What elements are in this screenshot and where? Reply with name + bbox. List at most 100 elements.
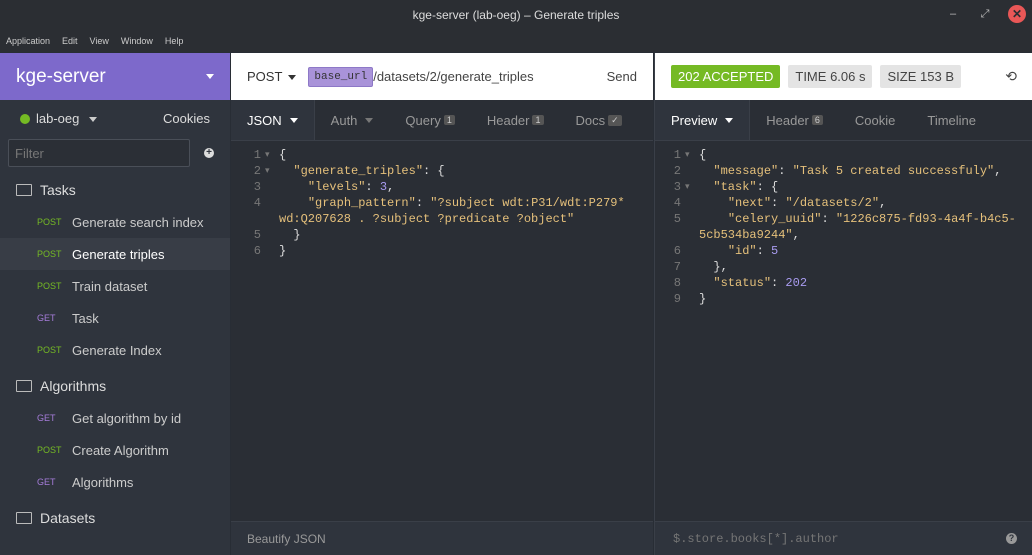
menu-help[interactable]: Help <box>159 36 190 46</box>
size-badge: SIZE 153 B <box>880 65 961 88</box>
history-icon[interactable]: ⟲ <box>1005 68 1017 85</box>
environment-status-icon <box>20 114 30 125</box>
window-title: kge-server (lab-oeg) – Generate triples <box>412 7 620 22</box>
request-label: Generate search index <box>72 214 204 230</box>
minimize-icon[interactable]: – <box>944 5 962 23</box>
environment-name: lab-oeg <box>36 110 80 126</box>
folder-algorithms[interactable]: Algorithms <box>0 370 230 402</box>
workspace-selector[interactable]: kge-server <box>0 53 230 100</box>
method-badge: POST <box>37 249 62 259</box>
method-badge: GET <box>37 413 56 423</box>
response-body-viewer: 1 ▾{ 2 "message": "Task 5 created success… <box>673 148 1016 306</box>
method-badge: GET <box>37 313 56 323</box>
folder-open-icon <box>16 512 32 524</box>
request-label: Algorithms <box>72 474 134 490</box>
tab-label: Timeline <box>927 112 977 128</box>
close-icon[interactable]: ✕ <box>1008 5 1026 23</box>
help-icon[interactable]: ? <box>1006 533 1017 544</box>
request-tabs: JSON Auth Query 1 Header 1 Docs ✓ <box>231 100 653 141</box>
request-item[interactable]: GET Task <box>0 302 230 334</box>
folder-datasets[interactable]: Datasets <box>0 502 230 534</box>
tab-query[interactable]: Query 1 <box>389 100 470 140</box>
request-item[interactable]: POST Generate Index <box>0 334 230 366</box>
request-item[interactable]: GET Algorithms <box>0 466 230 498</box>
request-item[interactable]: GET Get algorithm by id <box>0 402 230 434</box>
folder-label: Algorithms <box>40 378 107 394</box>
time-label: TIME <box>795 69 827 84</box>
tab-auth[interactable]: Auth <box>315 100 390 140</box>
url-path-input[interactable]: /datasets/2/generate_triples <box>373 69 533 84</box>
status-badge: 202 ACCEPTED <box>671 65 781 88</box>
restore-icon[interactable]: ⤢ <box>976 5 994 23</box>
tab-cookie[interactable]: Cookie <box>839 100 911 140</box>
tab-label: Preview <box>671 112 718 128</box>
request-item[interactable]: POST Train dataset <box>0 270 230 302</box>
tab-header[interactable]: Header 1 <box>471 100 560 140</box>
method-badge: POST <box>37 445 62 455</box>
count-badge: 6 <box>811 115 823 125</box>
size-value: 153 B <box>920 69 954 84</box>
check-icon: ✓ <box>608 114 622 126</box>
method-badge: POST <box>37 281 62 291</box>
menu-window[interactable]: Window <box>115 36 159 46</box>
send-button[interactable]: Send <box>607 69 637 84</box>
tab-label: Header <box>766 112 809 128</box>
chevron-down-icon <box>89 116 97 122</box>
count-badge: 1 <box>443 115 455 125</box>
request-pane: POST base_url /datasets/2/generate_tripl… <box>231 53 653 555</box>
sidebar: kge-server lab-oeg Cookies + Tasks POST G… <box>0 53 230 555</box>
request-footer: Beautify JSON <box>231 521 653 555</box>
request-label: Task <box>72 310 99 326</box>
chevron-down-icon <box>725 117 734 123</box>
response-tabs: Preview Header 6 Cookie Timeline <box>655 100 1032 141</box>
folder-open-icon <box>16 184 32 196</box>
response-footer: ? <box>655 521 1032 555</box>
response-filter-input[interactable] <box>671 530 995 547</box>
cookies-button[interactable]: Cookies <box>163 111 210 126</box>
tab-label: Query <box>405 112 441 128</box>
beautify-json-button[interactable]: Beautify JSON <box>247 532 326 546</box>
count-badge: 1 <box>532 115 544 125</box>
tab-label: JSON <box>247 112 282 128</box>
tab-preview[interactable]: Preview <box>655 100 751 140</box>
method-badge: GET <box>37 477 56 487</box>
chevron-down-icon <box>288 75 297 81</box>
request-body-editor[interactable]: 1 ▾{ 2 ▾ "generate_triples": { 3 "levels":… <box>231 141 653 259</box>
tab-timeline[interactable]: Timeline <box>911 100 992 140</box>
request-label: Train dataset <box>72 278 148 294</box>
environment-selector[interactable]: lab-oeg <box>20 111 97 126</box>
time-value: 6.06 s <box>830 69 866 84</box>
add-request-icon[interactable]: + <box>204 148 214 158</box>
menu-view[interactable]: View <box>84 36 115 46</box>
response-pane: 202 ACCEPTED TIME 6.06 s SIZE 153 B ⟲ Pr… <box>654 53 1032 555</box>
base-url-variable[interactable]: base_url <box>308 66 374 87</box>
folder-open-icon <box>16 380 32 392</box>
tab-docs[interactable]: Docs ✓ <box>560 100 638 140</box>
menu-application[interactable]: Application <box>0 36 56 46</box>
folder-label: Tasks <box>40 182 76 198</box>
time-badge: TIME 6.06 s <box>788 65 873 88</box>
sidebar-filter-input[interactable] <box>8 139 190 167</box>
tab-label: Docs <box>575 112 606 128</box>
method-selector[interactable]: POST <box>247 69 297 84</box>
response-status-bar: 202 ACCEPTED TIME 6.06 s SIZE 153 B ⟲ <box>655 53 1032 100</box>
method-badge: POST <box>37 217 62 227</box>
tab-response-header[interactable]: Header 6 <box>750 100 839 140</box>
request-label: Get algorithm by id <box>72 410 182 426</box>
chevron-down-icon <box>365 117 374 123</box>
workspace-name: kge-server <box>16 65 106 87</box>
method-badge: POST <box>37 345 62 355</box>
tab-json[interactable]: JSON <box>231 100 315 140</box>
folder-tasks[interactable]: Tasks <box>0 174 230 206</box>
request-item[interactable]: POST Generate search index <box>0 206 230 238</box>
tab-label: Header <box>486 112 530 128</box>
menu-bar: Application Edit View Window Help <box>0 29 1032 52</box>
request-item-active[interactable]: POST Generate triples <box>0 238 230 270</box>
request-label: Create Algorithm <box>72 442 169 458</box>
method-label: POST <box>247 69 283 84</box>
size-label: SIZE <box>887 69 917 84</box>
folder-label: Datasets <box>40 510 96 526</box>
request-item[interactable]: POST Create Algorithm <box>0 434 230 466</box>
tab-label: Auth <box>330 112 358 128</box>
menu-edit[interactable]: Edit <box>56 36 84 46</box>
